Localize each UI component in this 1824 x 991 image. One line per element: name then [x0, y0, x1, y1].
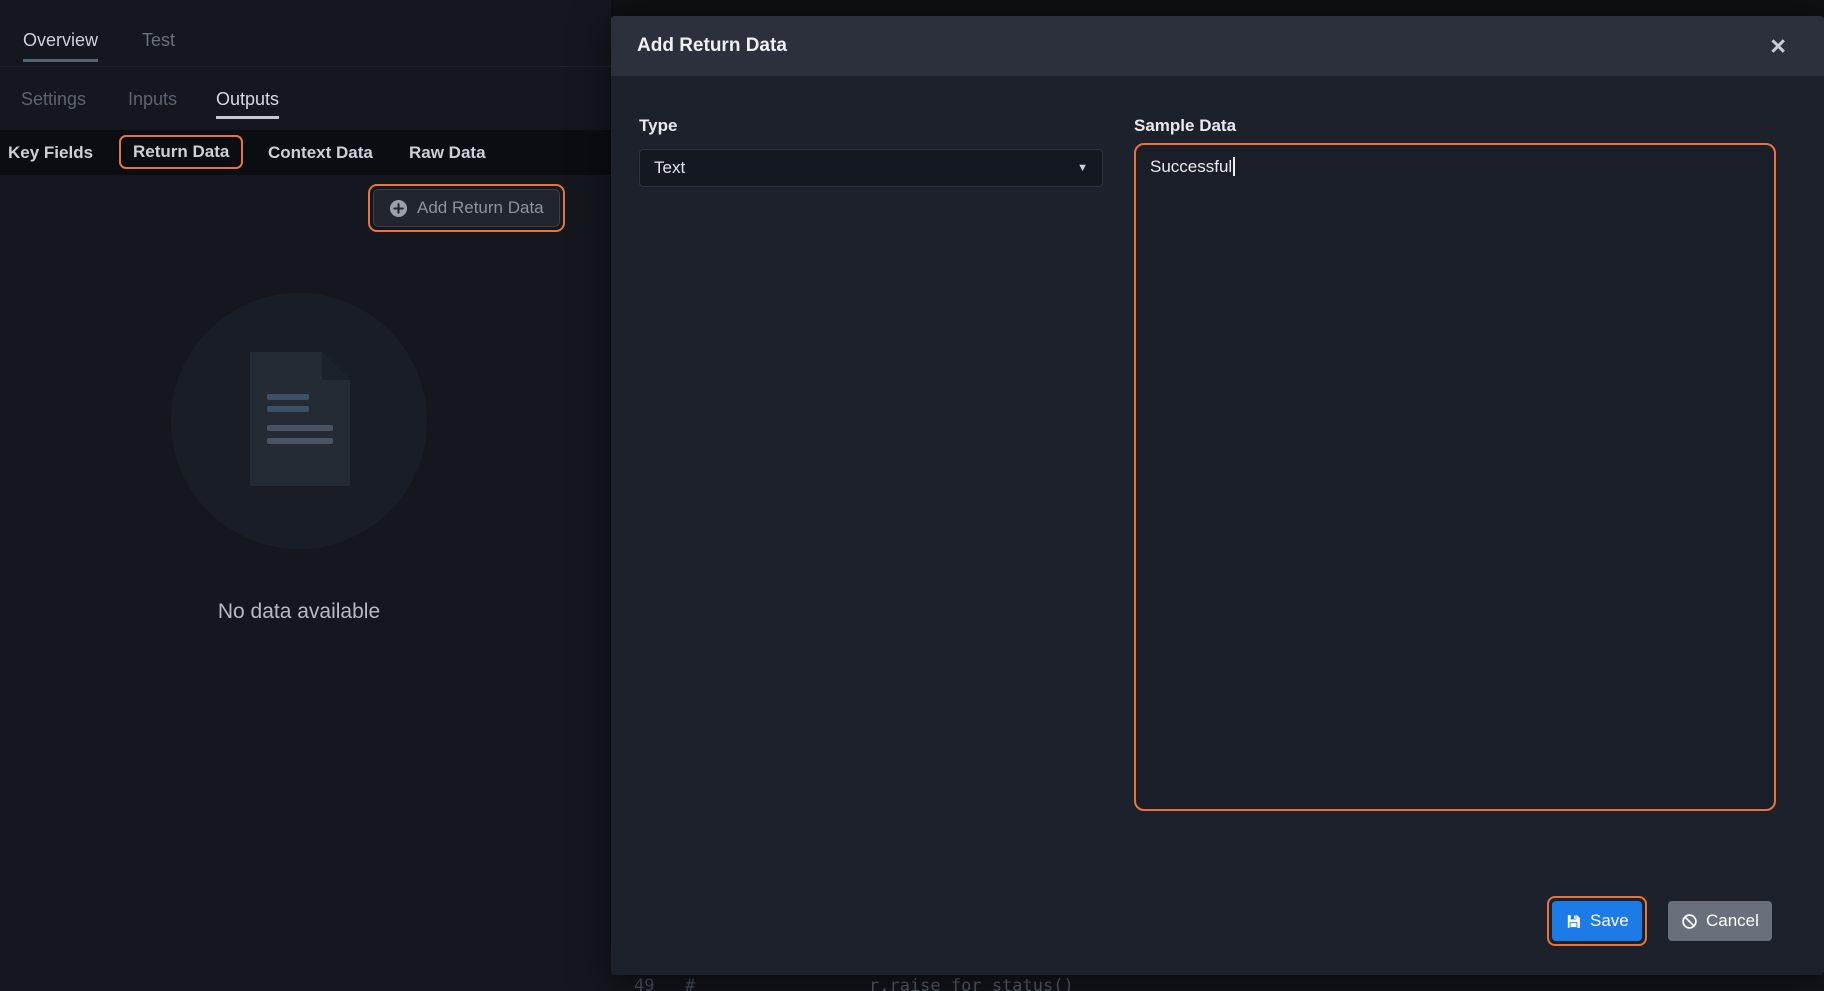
type-select-dropdown[interactable]: Text ▼	[639, 149, 1103, 187]
divider	[0, 66, 611, 67]
tab-outputs[interactable]: Outputs	[216, 89, 279, 119]
backdrop-strip	[611, 0, 1824, 16]
code-line-number: 49	[634, 973, 654, 991]
cancel-prohibition-icon	[1681, 913, 1698, 930]
save-highlight-ring: Save	[1547, 896, 1647, 946]
cancel-button[interactable]: Cancel	[1668, 901, 1772, 941]
document-line	[267, 425, 333, 431]
sample-data-field-label: Sample Data	[1134, 116, 1236, 136]
type-field-label: Type	[639, 116, 677, 136]
tab-inputs[interactable]: Inputs	[128, 89, 177, 110]
type-selected-value: Text	[654, 150, 685, 186]
document-line	[267, 406, 309, 412]
sample-data-value: Successful	[1150, 157, 1232, 176]
output-subtab-bar: Key Fields Return Data Context Data Raw …	[0, 130, 611, 175]
tab-test[interactable]: Test	[142, 30, 175, 51]
close-icon[interactable]: ×	[1770, 33, 1786, 60]
document-line	[267, 394, 309, 400]
sample-data-textarea[interactable]: Successful	[1134, 143, 1776, 811]
save-button[interactable]: Save	[1552, 901, 1642, 941]
tab-context-data[interactable]: Context Data	[268, 130, 373, 175]
app-screen: Overview Test Settings Inputs Outputs Ke…	[0, 0, 1824, 991]
empty-state-message: No data available	[151, 600, 447, 624]
save-button-label: Save	[1590, 911, 1629, 931]
tab-key-fields[interactable]: Key Fields	[8, 130, 93, 175]
text-cursor	[1233, 157, 1235, 176]
cancel-button-label: Cancel	[1706, 911, 1759, 931]
code-editor-clipped-line: 49 # r.raise_for_status()	[611, 973, 1824, 991]
code-line-text: r.raise_for_status()	[869, 973, 1074, 991]
add-return-data-button[interactable]: Add Return Data	[373, 189, 560, 227]
save-floppy-icon	[1565, 913, 1582, 930]
modal-title: Add Return Data	[637, 35, 787, 57]
document-icon	[250, 352, 350, 486]
tab-settings[interactable]: Settings	[21, 89, 86, 110]
tab-raw-data[interactable]: Raw Data	[409, 130, 486, 175]
plus-circle-icon	[389, 199, 408, 218]
tab-return-data[interactable]: Return Data	[119, 135, 243, 169]
add-return-data-modal: Add Return Data × Type Text ▼ Sample Dat…	[611, 16, 1824, 975]
add-return-data-highlight-ring: Add Return Data	[368, 184, 565, 232]
add-return-data-label: Add Return Data	[417, 198, 544, 218]
tab-overview[interactable]: Overview	[23, 30, 98, 62]
chevron-down-icon: ▼	[1077, 150, 1088, 186]
code-comment-marker: #	[685, 973, 695, 991]
empty-state-illustration	[171, 293, 427, 549]
modal-header: Add Return Data ×	[611, 16, 1824, 76]
document-line	[267, 438, 333, 444]
